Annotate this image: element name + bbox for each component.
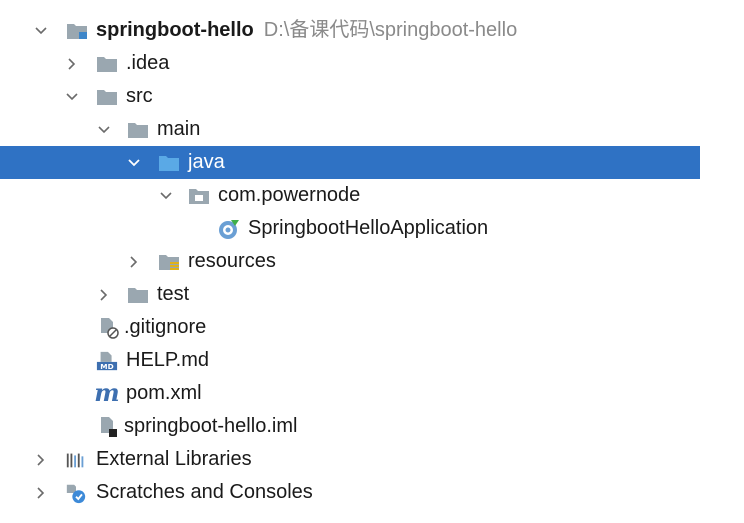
maven-icon: m — [94, 378, 120, 407]
gitignore-file-icon — [98, 317, 120, 339]
tree-node-label: src — [126, 85, 153, 107]
tree-node-main[interactable]: main — [0, 113, 744, 146]
tree-node-java[interactable]: java — [0, 146, 700, 179]
iml-file-icon — [98, 416, 120, 438]
chevron-right-icon[interactable] — [62, 47, 82, 80]
folder-icon — [96, 88, 118, 106]
tree-node-label: test — [157, 283, 190, 305]
folder-icon — [96, 55, 118, 73]
tree-node-label: .gitignore — [124, 316, 207, 338]
project-tree: springboot-hello D:\备课代码\springboot-hello… — [0, 14, 744, 509]
chevron-right-icon[interactable] — [31, 443, 51, 476]
tree-node-label: resources — [188, 250, 276, 272]
chevron-down-icon[interactable] — [94, 113, 114, 146]
tree-node-label: pom.xml — [126, 382, 202, 404]
markdown-file-icon: MD — [96, 350, 118, 372]
tree-node-resources[interactable]: resources — [0, 245, 744, 278]
chevron-down-icon[interactable] — [124, 146, 144, 179]
tree-node-gitignore[interactable]: .gitignore — [0, 311, 744, 344]
project-path: D:\备课代码\springboot-hello — [263, 19, 518, 41]
tree-node-app-class[interactable]: SpringbootHelloApplication — [0, 212, 744, 245]
tree-node-scratches[interactable]: Scratches and Consoles — [0, 476, 744, 509]
chevron-right-icon[interactable] — [94, 278, 114, 311]
tree-node-label: .idea — [126, 52, 170, 74]
tree-node-label: HELP.md — [126, 349, 210, 371]
spring-boot-class-icon — [218, 218, 240, 240]
module-folder-icon — [66, 22, 88, 40]
chevron-right-icon[interactable] — [124, 245, 144, 278]
resources-folder-icon — [158, 253, 180, 271]
tree-node-iml[interactable]: springboot-hello.iml — [0, 410, 744, 443]
tree-node-project[interactable]: springboot-hello D:\备课代码\springboot-hello — [0, 14, 744, 47]
scratches-icon — [65, 481, 87, 505]
package-icon — [188, 187, 210, 205]
tree-node-label: springboot-hello.iml — [124, 415, 298, 437]
libraries-icon — [65, 451, 87, 469]
maven-glyph: m — [94, 378, 120, 407]
folder-icon — [127, 121, 149, 139]
tree-node-label: main — [157, 118, 201, 140]
tree-node-label: External Libraries — [96, 448, 252, 470]
tree-node-label: com.powernode — [218, 184, 361, 206]
tree-node-pom[interactable]: m pom.xml — [0, 377, 744, 410]
tree-node-external-libraries[interactable]: External Libraries — [0, 443, 744, 476]
chevron-right-icon[interactable] — [31, 476, 51, 509]
tree-node-test[interactable]: test — [0, 278, 744, 311]
folder-icon — [127, 286, 149, 304]
source-folder-icon — [158, 154, 180, 172]
md-badge-text: MD — [100, 362, 113, 371]
tree-node-src[interactable]: src — [0, 80, 744, 113]
tree-node-label: java — [188, 151, 225, 173]
chevron-down-icon[interactable] — [156, 179, 176, 212]
tree-node-label: SpringbootHelloApplication — [248, 217, 489, 239]
tree-node-label: Scratches and Consoles — [96, 481, 313, 503]
tree-node-help-md[interactable]: MD HELP.md — [0, 344, 744, 377]
chevron-down-icon[interactable] — [31, 14, 51, 47]
chevron-down-icon[interactable] — [62, 80, 82, 113]
tree-node-package[interactable]: com.powernode — [0, 179, 744, 212]
tree-node-idea[interactable]: .idea — [0, 47, 744, 80]
tree-node-label: springboot-hello D:\备课代码\springboot-hello — [96, 19, 518, 41]
